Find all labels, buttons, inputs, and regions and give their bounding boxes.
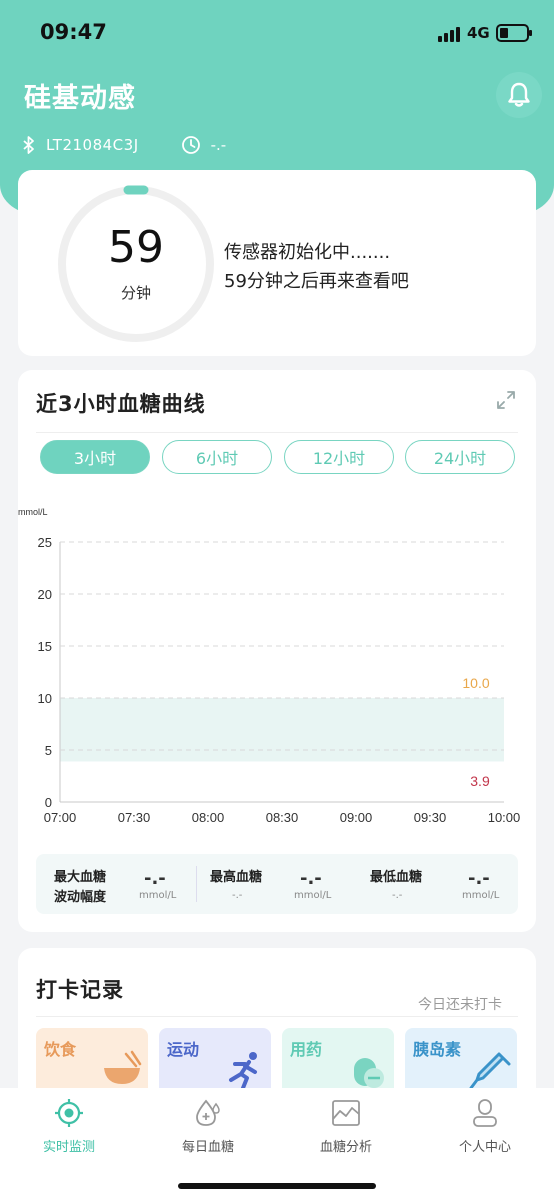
checkin-status: 今日还未打卡 — [418, 997, 502, 1013]
checkin-tile-label: 运动 — [167, 1040, 200, 1059]
y-tick-label: 5 — [45, 743, 52, 758]
glucose-curve-card: 近3小时血糖曲线 3小时 6小时 12小时 24小时 mmol/L 0 5 10 15… — [18, 370, 536, 932]
tab-label: 个人中心 — [458, 1140, 511, 1155]
y-tick-label: 0 — [45, 795, 52, 810]
target-range-band — [60, 698, 504, 762]
x-tick-label: 08:00 — [192, 810, 225, 825]
glucose-chart: mmol/L 0 5 10 15 20 25 07:00 07:30 08:00 08:30 09… — [18, 507, 521, 825]
bell-icon — [508, 82, 530, 107]
title-divider — [36, 432, 518, 433]
checkin-title: 打卡记录 — [36, 978, 124, 1002]
y-tick-label: 20 — [38, 587, 52, 602]
x-tick-label: 09:00 — [340, 810, 373, 825]
drop-icon — [196, 1099, 220, 1126]
checkin-tile-label: 用药 — [290, 1040, 323, 1059]
chart-unit-label: mmol/L — [18, 507, 48, 517]
sensor-message-line1: 传感器初始化中....... — [224, 242, 391, 263]
time-remaining: -.- — [210, 136, 227, 154]
tab-daily-glucose[interactable]: 每日血糖 — [153, 1098, 263, 1155]
highest-glucose-label: 最高血糖 — [210, 870, 263, 885]
tab-24h[interactable]: 24小时 — [405, 440, 515, 474]
x-tick-label: 10:00 — [488, 810, 521, 825]
checkin-card: 打卡记录 今日还未打卡 饮食 运动 用药 胰岛素 — [18, 948, 536, 1108]
battery-icon — [496, 24, 532, 42]
network-type: 4G — [467, 24, 490, 42]
max-fluctuation-label-1: 最大血糖 — [54, 870, 107, 885]
y-tick-label: 25 — [38, 535, 52, 550]
target-icon — [55, 1099, 83, 1127]
syringe-icon — [469, 1052, 511, 1090]
stats-divider — [196, 866, 197, 902]
expand-icon[interactable] — [496, 390, 516, 410]
max-fluctuation-label-2: 波动幅度 — [54, 890, 107, 905]
countdown-unit: 分钟 — [120, 284, 151, 302]
tab-6h[interactable]: 6小时 — [162, 440, 272, 474]
device-id: LT21084C3J — [46, 136, 139, 154]
tab-label: 实时监测 — [42, 1140, 95, 1155]
device-info-row: LT21084C3J -.- — [22, 134, 226, 156]
countdown-value: 59 — [108, 222, 164, 273]
home-indicator — [178, 1183, 376, 1189]
bluetooth-icon — [23, 136, 34, 154]
highest-glucose-sub: -.- — [232, 890, 243, 901]
stats-box: 最大血糖 波动幅度 -.- mmol/L 最高血糖 -.- -.- mmol/L… — [36, 854, 518, 914]
lowest-glucose-unit: mmol/L — [462, 890, 500, 901]
y-tick-label: 15 — [38, 639, 52, 654]
status-time: 09:47 — [40, 20, 107, 44]
highest-glucose-value: -.- — [300, 868, 322, 889]
pill-icon — [354, 1058, 384, 1088]
tab-realtime-monitor[interactable]: 实时监测 — [14, 1098, 124, 1155]
chart-icon — [332, 1100, 360, 1126]
running-icon — [229, 1052, 257, 1090]
curve-title: 近3小时血糖曲线 — [36, 392, 206, 416]
app-title: 硅基动感 — [24, 83, 136, 114]
upper-limit-label: 10.0 — [462, 675, 489, 691]
clock-icon — [181, 136, 200, 154]
tab-label: 每日血糖 — [181, 1140, 234, 1155]
x-tick-label: 08:30 — [266, 810, 299, 825]
bowl-icon — [104, 1050, 142, 1084]
notification-button[interactable] — [496, 72, 542, 118]
tab-12h[interactable]: 12小时 — [284, 440, 394, 474]
lower-limit-label: 3.9 — [470, 773, 490, 789]
max-fluctuation-value: -.- — [144, 868, 166, 889]
lowest-glucose-label: 最低血糖 — [370, 870, 423, 885]
lowest-glucose-sub: -.- — [392, 890, 403, 901]
lowest-glucose-value: -.- — [468, 868, 490, 889]
sensor-message-line2: 59分钟之后再来查看吧 — [224, 271, 409, 292]
checkin-divider — [36, 1016, 518, 1017]
tab-glucose-analysis[interactable]: 血糖分析 — [291, 1098, 401, 1155]
status-bar: 09:47 4G — [0, 0, 554, 62]
tab-label: 血糖分析 — [319, 1140, 372, 1155]
x-tick-label: 09:30 — [414, 810, 447, 825]
highest-glucose-unit: mmol/L — [294, 890, 332, 901]
sensor-message: 传感器初始化中....... 59分钟之后再来查看吧 — [224, 238, 409, 296]
x-tick-label: 07:00 — [44, 810, 77, 825]
tab-profile[interactable]: 个人中心 — [430, 1098, 540, 1155]
person-icon — [473, 1099, 497, 1127]
signal-icon — [438, 26, 462, 42]
sensor-status-card: 59 分钟 传感器初始化中....... 59分钟之后再来查看吧 — [18, 170, 536, 356]
max-fluctuation-unit: mmol/L — [139, 890, 177, 901]
tab-3h[interactable]: 3小时 — [40, 440, 150, 474]
x-tick-label: 07:30 — [118, 810, 151, 825]
y-tick-label: 10 — [38, 691, 52, 706]
checkin-tile-label: 胰岛素 — [413, 1040, 462, 1059]
checkin-tile-label: 饮食 — [44, 1040, 77, 1059]
